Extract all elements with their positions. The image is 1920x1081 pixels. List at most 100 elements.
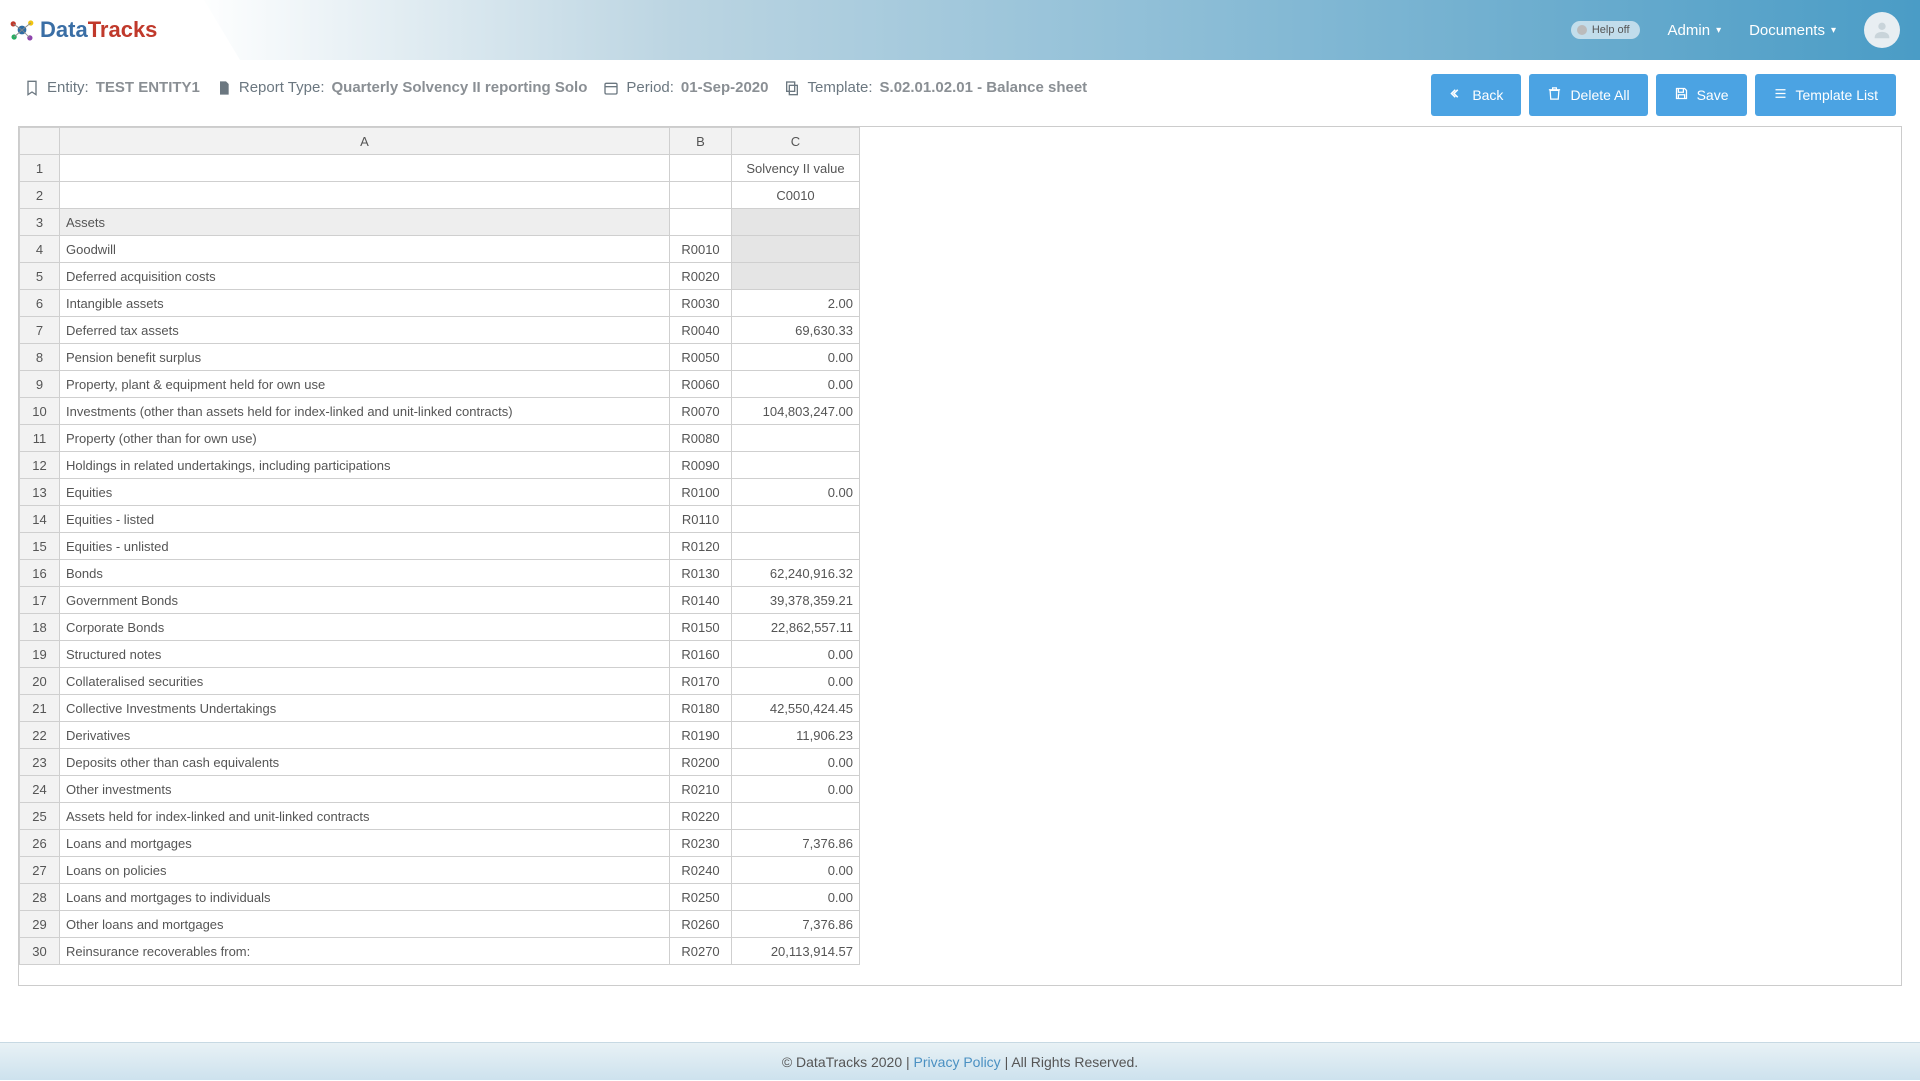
- col-header-c[interactable]: C: [732, 128, 860, 155]
- row-header[interactable]: 17: [20, 587, 60, 614]
- delete-all-button[interactable]: Delete All: [1529, 74, 1647, 116]
- cell-label[interactable]: Loans and mortgages to individuals: [60, 884, 670, 911]
- cell-row-code[interactable]: R0070: [670, 398, 732, 425]
- cell-label[interactable]: Equities - listed: [60, 506, 670, 533]
- back-button[interactable]: Back: [1431, 74, 1521, 116]
- cell-label[interactable]: Investments (other than assets held for …: [60, 398, 670, 425]
- row-header[interactable]: 18: [20, 614, 60, 641]
- cell-row-code[interactable]: R0060: [670, 371, 732, 398]
- template-list-button[interactable]: Template List: [1755, 74, 1896, 116]
- cell-value[interactable]: [732, 209, 860, 236]
- row-header[interactable]: 29: [20, 911, 60, 938]
- cell-row-code[interactable]: R0030: [670, 290, 732, 317]
- cell-value[interactable]: [732, 506, 860, 533]
- cell[interactable]: [670, 155, 732, 182]
- row-header[interactable]: 30: [20, 938, 60, 965]
- cell-label[interactable]: Deferred acquisition costs: [60, 263, 670, 290]
- cell-row-code[interactable]: R0170: [670, 668, 732, 695]
- cell-value[interactable]: 0.00: [732, 857, 860, 884]
- cell-value[interactable]: 62,240,916.32: [732, 560, 860, 587]
- cell-label[interactable]: Equities - unlisted: [60, 533, 670, 560]
- row-header[interactable]: 2: [20, 182, 60, 209]
- cell[interactable]: [670, 182, 732, 209]
- cell-value[interactable]: 0.00: [732, 641, 860, 668]
- row-header[interactable]: 5: [20, 263, 60, 290]
- avatar[interactable]: [1864, 12, 1900, 48]
- row-header[interactable]: 20: [20, 668, 60, 695]
- cell-row-code[interactable]: R0160: [670, 641, 732, 668]
- row-header[interactable]: 4: [20, 236, 60, 263]
- cell-row-code[interactable]: [670, 209, 732, 236]
- cell-row-code[interactable]: R0270: [670, 938, 732, 965]
- row-header[interactable]: 11: [20, 425, 60, 452]
- cell-label[interactable]: Loans and mortgages: [60, 830, 670, 857]
- cell-row-code[interactable]: R0140: [670, 587, 732, 614]
- privacy-policy-link[interactable]: Privacy Policy: [914, 1054, 1001, 1070]
- cell-value[interactable]: [732, 803, 860, 830]
- cell-row-code[interactable]: R0210: [670, 776, 732, 803]
- row-header[interactable]: 23: [20, 749, 60, 776]
- cell-label[interactable]: Intangible assets: [60, 290, 670, 317]
- cell-row-code[interactable]: R0010: [670, 236, 732, 263]
- cell-label[interactable]: Property, plant & equipment held for own…: [60, 371, 670, 398]
- cell-value[interactable]: 0.00: [732, 668, 860, 695]
- row-header[interactable]: 3: [20, 209, 60, 236]
- cell-label[interactable]: Bonds: [60, 560, 670, 587]
- cell-row-code[interactable]: R0040: [670, 317, 732, 344]
- row-header[interactable]: 1: [20, 155, 60, 182]
- row-header[interactable]: 7: [20, 317, 60, 344]
- cell-row-code[interactable]: R0200: [670, 749, 732, 776]
- cell-value[interactable]: 20,113,914.57: [732, 938, 860, 965]
- cell-label[interactable]: Derivatives: [60, 722, 670, 749]
- row-header[interactable]: 28: [20, 884, 60, 911]
- nav-admin[interactable]: Admin ▾: [1668, 22, 1722, 39]
- cell-row-code[interactable]: R0240: [670, 857, 732, 884]
- cell-row-code[interactable]: R0120: [670, 533, 732, 560]
- row-header[interactable]: 27: [20, 857, 60, 884]
- cell-value[interactable]: 0.00: [732, 371, 860, 398]
- row-header[interactable]: 9: [20, 371, 60, 398]
- row-header[interactable]: 15: [20, 533, 60, 560]
- cell-value[interactable]: [732, 425, 860, 452]
- cell-label[interactable]: Government Bonds: [60, 587, 670, 614]
- cell-label[interactable]: Assets held for index-linked and unit-li…: [60, 803, 670, 830]
- cell-value[interactable]: 22,862,557.11: [732, 614, 860, 641]
- row-header[interactable]: 26: [20, 830, 60, 857]
- cell-row-code[interactable]: R0180: [670, 695, 732, 722]
- cell-value[interactable]: [732, 452, 860, 479]
- cell-value[interactable]: [732, 263, 860, 290]
- cell-row-code[interactable]: R0150: [670, 614, 732, 641]
- cell-row-code[interactable]: R0090: [670, 452, 732, 479]
- cell-value[interactable]: [732, 236, 860, 263]
- cell-label[interactable]: Structured notes: [60, 641, 670, 668]
- cell-label[interactable]: Collateralised securities: [60, 668, 670, 695]
- row-header[interactable]: 13: [20, 479, 60, 506]
- cell-label[interactable]: Equities: [60, 479, 670, 506]
- cell-value[interactable]: [732, 533, 860, 560]
- cell-label[interactable]: Pension benefit surplus: [60, 344, 670, 371]
- row-header[interactable]: 16: [20, 560, 60, 587]
- cell-row-code[interactable]: R0050: [670, 344, 732, 371]
- row-header[interactable]: 25: [20, 803, 60, 830]
- cell-value[interactable]: 104,803,247.00: [732, 398, 860, 425]
- save-button[interactable]: Save: [1656, 74, 1747, 116]
- cell-value[interactable]: 0.00: [732, 884, 860, 911]
- cell-label[interactable]: Collective Investments Undertakings: [60, 695, 670, 722]
- cell-value[interactable]: 2.00: [732, 290, 860, 317]
- cell-value[interactable]: 7,376.86: [732, 911, 860, 938]
- row-header[interactable]: 14: [20, 506, 60, 533]
- cell-label[interactable]: Property (other than for own use): [60, 425, 670, 452]
- cell-row-code[interactable]: R0220: [670, 803, 732, 830]
- cell-row-code[interactable]: R0260: [670, 911, 732, 938]
- cell-value[interactable]: 0.00: [732, 776, 860, 803]
- logo[interactable]: DataTracks: [0, 16, 157, 44]
- cell-label[interactable]: Goodwill: [60, 236, 670, 263]
- cell-label[interactable]: Holdings in related undertakings, includ…: [60, 452, 670, 479]
- row-header[interactable]: 24: [20, 776, 60, 803]
- row-header[interactable]: 8: [20, 344, 60, 371]
- corner-cell[interactable]: [20, 128, 60, 155]
- cell-row-code[interactable]: R0230: [670, 830, 732, 857]
- cell-value[interactable]: 42,550,424.45: [732, 695, 860, 722]
- cell-code-c[interactable]: C0010: [732, 182, 860, 209]
- col-header-b[interactable]: B: [670, 128, 732, 155]
